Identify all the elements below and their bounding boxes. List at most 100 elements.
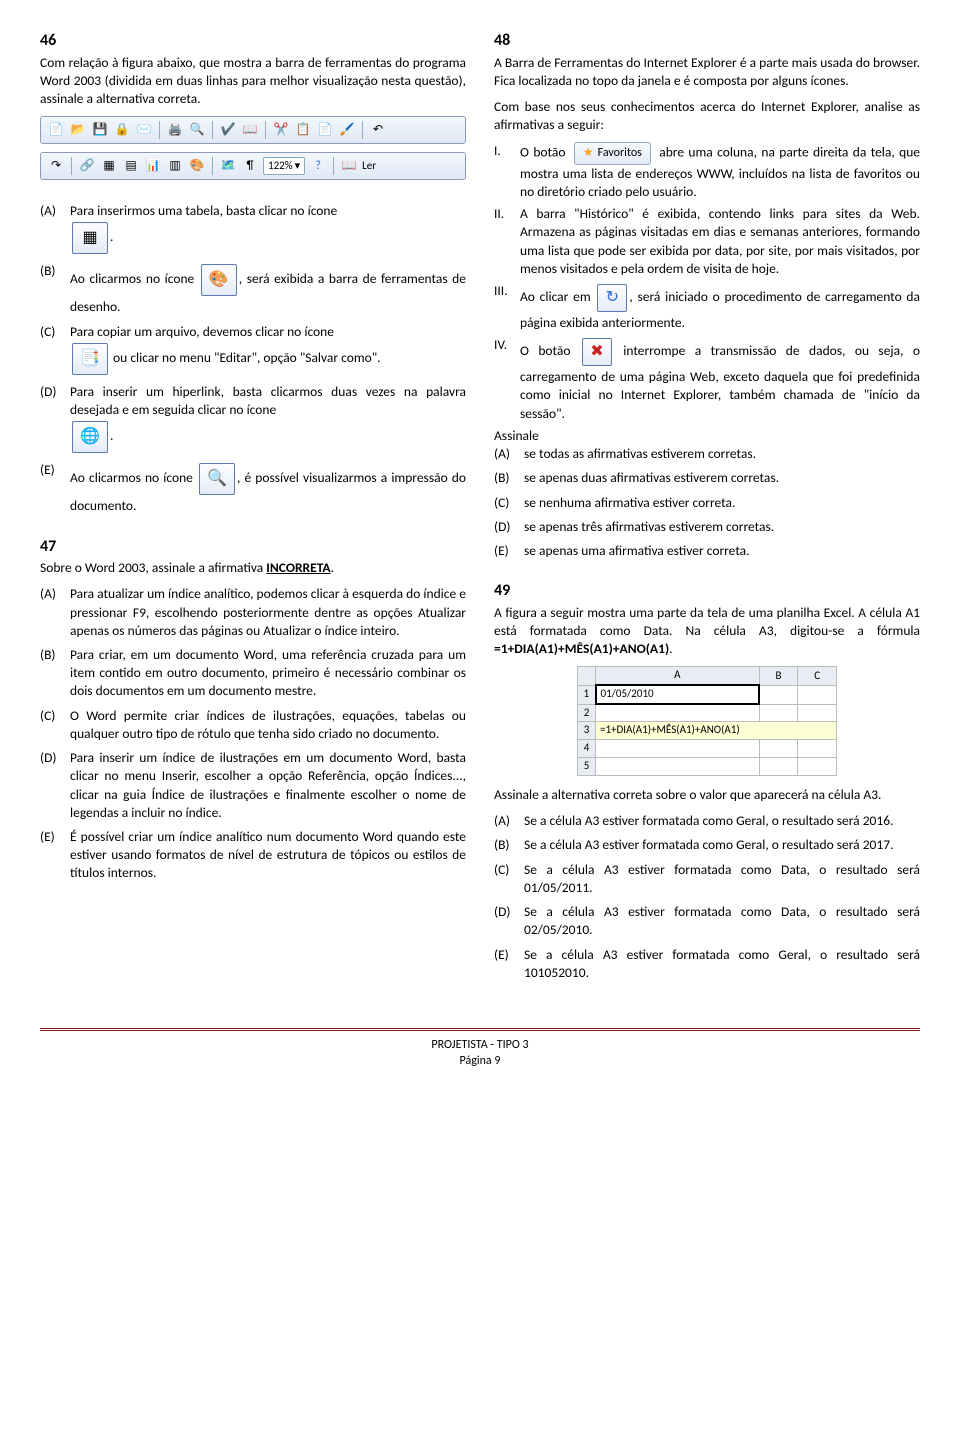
q48-III: Ao clicar em ↻, será iniciado o procedim… xyxy=(520,282,920,332)
refresh-icon: ↻ xyxy=(597,284,627,312)
q48-number: 48 xyxy=(494,30,920,52)
q49-D: Se a célula A3 estiver formatada como Da… xyxy=(524,903,920,939)
q47-C: O Word permite criar índices de ilustraç… xyxy=(70,707,466,743)
q48-B: se apenas duas afirmativas estiverem cor… xyxy=(524,469,920,487)
q46-text: Com relação à figura abaixo, que mostra … xyxy=(40,54,466,109)
copy-docs-icon: 📑 xyxy=(72,343,108,375)
q46-opt-B: Ao clicarmos no ícone 🎨, será exibida a … xyxy=(70,262,466,316)
q46-opt-E-label: (E) xyxy=(40,461,70,479)
q47-D-label: (D) xyxy=(40,749,70,767)
read-icon: 📖 xyxy=(340,157,358,175)
q49-p2: Assinale a alternativa correta sobre o v… xyxy=(494,786,920,804)
q48-A: se todas as afirmativas estiverem corret… xyxy=(524,445,920,463)
q48-E: se apenas uma afirmativa estiver correta… xyxy=(524,542,920,560)
footer-page: Página 9 xyxy=(40,1053,920,1069)
spellcheck-icon: ✔️ xyxy=(219,121,237,139)
excel-row-5: 5 xyxy=(578,758,596,776)
separator xyxy=(71,157,72,175)
q47-E-label: (E) xyxy=(40,828,70,846)
insert-table-icon: ▤ xyxy=(122,157,140,175)
new-doc-icon: 📄 xyxy=(47,121,65,139)
separator xyxy=(362,121,363,139)
q46-number: 46 xyxy=(40,30,466,52)
research-icon: 📖 xyxy=(241,121,259,139)
excel-row-1: 1 xyxy=(578,685,596,704)
star-icon: ★ xyxy=(583,145,594,161)
q48-A-label: (A) xyxy=(494,445,524,463)
stop-x-icon: ✖ xyxy=(582,338,612,366)
q48-IV-label: IV. xyxy=(494,336,520,354)
q49-C: Se a célula A3 estiver formatada como Da… xyxy=(524,861,920,897)
excel-col-A: A xyxy=(596,667,760,685)
excel-screenshot: ABC 101/05/2010 2 3=1+DIA(A1)+MÊS(A1)+AN… xyxy=(577,666,837,776)
drawing-icon: 🎨 xyxy=(188,157,206,175)
redo-icon: ↷ xyxy=(47,157,65,175)
q48-I: O botão ★Favoritos abre uma coluna, na p… xyxy=(520,142,920,201)
open-icon: 📂 xyxy=(69,121,87,139)
q47-B-label: (B) xyxy=(40,646,70,664)
chevron-down-icon: ▾ xyxy=(295,159,301,174)
q49-C-label: (C) xyxy=(494,861,524,879)
q46-opt-A: Para inserirmos uma tabela, basta clicar… xyxy=(70,202,466,256)
document-map-icon: 🗺️ xyxy=(219,157,237,175)
excel-A3: =1+DIA(A1)+MÊS(A1)+ANO(A1) xyxy=(596,722,837,740)
q48-E-label: (E) xyxy=(494,542,524,560)
q48-p2: Com base nos seus conhecimentos acerca d… xyxy=(494,98,920,134)
excel-icon: 📊 xyxy=(144,157,162,175)
q48-C: se nenhuma afirmativa estiver correta. xyxy=(524,494,920,512)
q49-p1: A figura a seguir mostra uma parte da te… xyxy=(494,604,920,659)
excel-row-4: 4 xyxy=(578,740,596,758)
q46-opt-E: Ao clicarmos no ícone 🔍, é possível visu… xyxy=(70,461,466,515)
undo-icon: ↶ xyxy=(369,121,387,139)
excel-col-C: C xyxy=(798,667,837,685)
read-label: Ler xyxy=(362,159,376,174)
save-icon: 💾 xyxy=(91,121,109,139)
q49-B: Se a célula A3 estiver formatada como Ge… xyxy=(524,836,920,854)
page-footer: PROJETISTA - TIPO 3 Página 9 xyxy=(40,1031,920,1089)
q47-A-label: (A) xyxy=(40,585,70,603)
excel-col-B: B xyxy=(759,667,798,685)
word-toolbar-row1: 📄 📂 💾 🔒 ✉️ 🖨️ 🔍 ✔️ 📖 ✂️ 📋 📄 🖌️ ↶ xyxy=(40,116,466,144)
q47-number: 47 xyxy=(40,536,466,558)
q47-D: Para inserir um índice de ilustrações em… xyxy=(70,749,466,822)
drawing-toolbar-icon: 🎨 xyxy=(201,264,237,296)
separator xyxy=(265,121,266,139)
q48-I-label: I. xyxy=(494,142,520,160)
q46-opt-A-label: (A) xyxy=(40,202,70,220)
q48-p1: A Barra de Ferramentas do Internet Explo… xyxy=(494,54,920,90)
table-edit-icon: ▦ xyxy=(72,222,108,254)
excel-row-3: 3 xyxy=(578,722,596,740)
q46-opt-D-label: (D) xyxy=(40,383,70,401)
excel-A1: 01/05/2010 xyxy=(596,685,760,704)
q48-III-label: III. xyxy=(494,282,520,300)
format-painter-icon: 🖌️ xyxy=(338,121,356,139)
footer-title: PROJETISTA - TIPO 3 xyxy=(40,1037,920,1053)
q48-IV: O botão ✖ interrompe a transmissão de da… xyxy=(520,336,920,423)
print-preview-icon: 🔍 xyxy=(188,121,206,139)
paste-icon: 📄 xyxy=(316,121,334,139)
q47-intro: Sobre o Word 2003, assinale a afirmativa… xyxy=(40,559,466,577)
q49-E: Se a célula A3 estiver formatada como Ge… xyxy=(524,946,920,982)
q47-E: É possível criar um índice analítico num… xyxy=(70,828,466,883)
show-hide-icon: ¶ xyxy=(241,157,259,175)
q49-number: 49 xyxy=(494,580,920,602)
q46-opt-D: Para inserir um hiperlink, basta clicarm… xyxy=(70,383,466,455)
word-toolbar-row2: ↷ 🔗 ▦ ▤ 📊 ▥ 🎨 🗺️ ¶ 122% ▾ ? 📖Ler xyxy=(40,152,466,180)
q46-opt-C-label: (C) xyxy=(40,323,70,341)
globe-link-icon: 🌐 xyxy=(72,421,108,453)
zoom-box: 122% ▾ xyxy=(263,157,305,175)
q49-A: Se a célula A3 estiver formatada como Ge… xyxy=(524,812,920,830)
q48-D: se apenas três afirmativas estiverem cor… xyxy=(524,518,920,536)
page-magnify-icon: 🔍 xyxy=(199,463,235,495)
help-icon: ? xyxy=(309,157,327,175)
q49-E-label: (E) xyxy=(494,946,524,964)
print-icon: 🖨️ xyxy=(166,121,184,139)
separator xyxy=(212,157,213,175)
tables-borders-icon: ▦ xyxy=(100,157,118,175)
q47-B: Para criar, em um documento Word, uma re… xyxy=(70,646,466,701)
q49-D-label: (D) xyxy=(494,903,524,921)
q48-C-label: (C) xyxy=(494,494,524,512)
q48-B-label: (B) xyxy=(494,469,524,487)
mail-icon: ✉️ xyxy=(135,121,153,139)
separator xyxy=(333,157,334,175)
